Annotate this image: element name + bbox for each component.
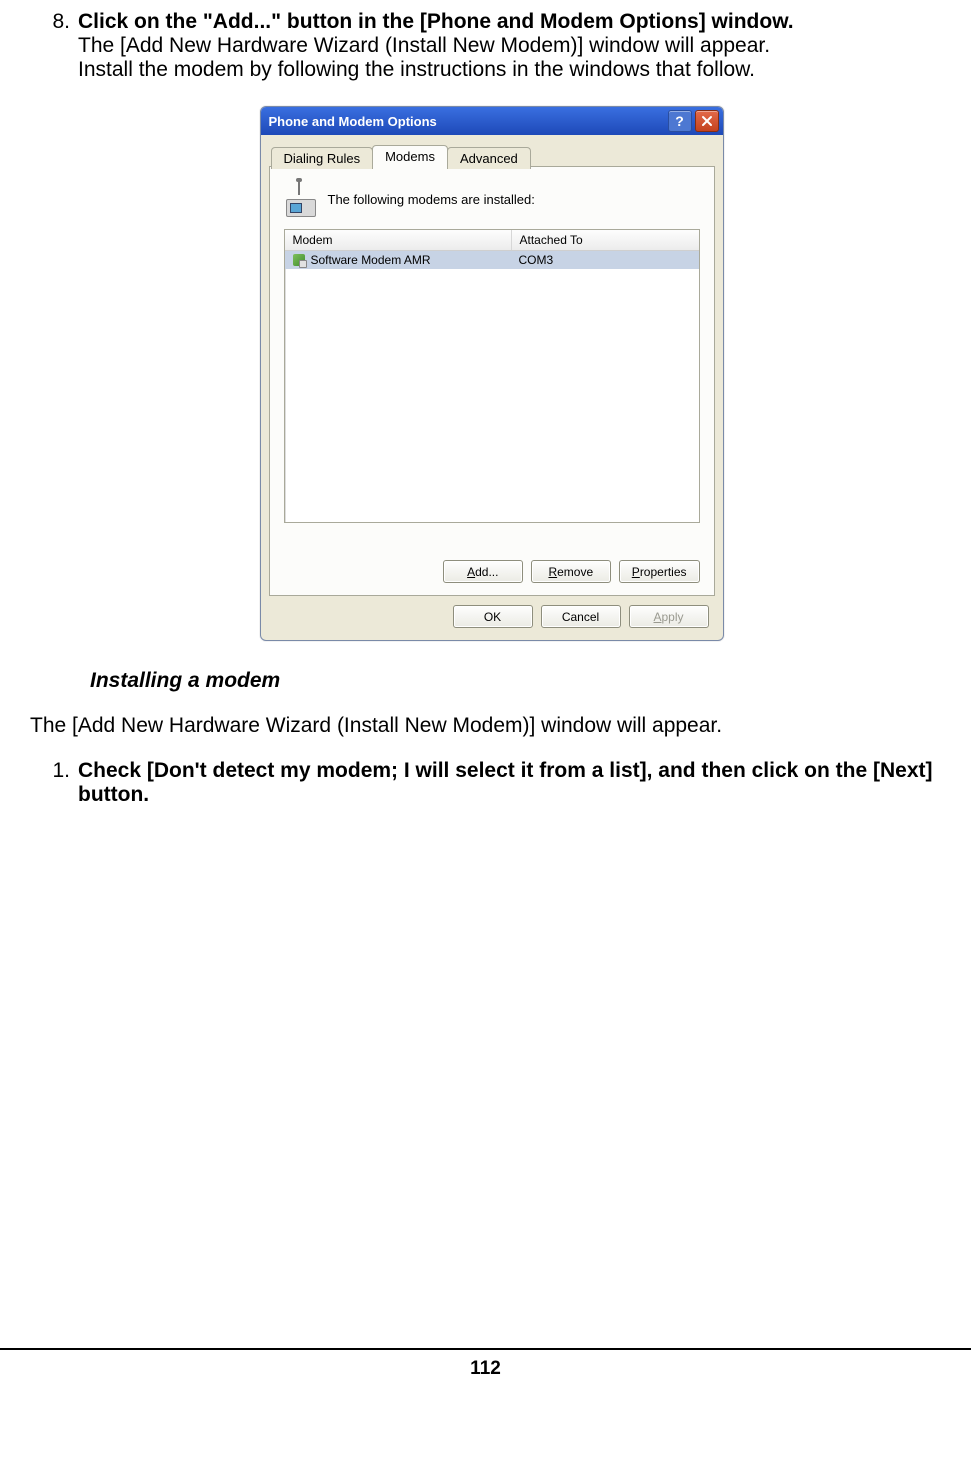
help-button[interactable]: ? <box>668 110 692 132</box>
column-attached[interactable]: Attached To <box>512 230 699 250</box>
row-modem-cell: Software Modem AMR <box>285 251 511 269</box>
help-icon: ? <box>675 113 684 129</box>
phone-modem-dialog: Phone and Modem Options ? Dialing Rules … <box>260 106 724 641</box>
tab-panel-modems: The following modems are installed: Mode… <box>269 166 715 596</box>
ok-button[interactable]: OK <box>453 605 533 628</box>
tab-dialing-rules[interactable]: Dialing Rules <box>271 147 374 169</box>
step-head: Click on the "Add..." button in the [Pho… <box>78 10 794 33</box>
modem-list[interactable]: Modem Attached To Software Modem AMR COM… <box>284 229 700 523</box>
step-line: The [Add New Hardware Wizard (Install Ne… <box>78 34 770 57</box>
step-number: 1. <box>30 759 78 807</box>
close-button[interactable] <box>695 110 719 132</box>
step-line: Install the modem by following the instr… <box>78 58 755 81</box>
subheading: Installing a modem <box>30 669 953 693</box>
list-header: Modem Attached To <box>285 230 699 251</box>
add-button[interactable]: Add... <box>443 560 523 583</box>
step-body: Click on the "Add..." button in the [Pho… <box>78 10 953 82</box>
apply-button[interactable]: Apply <box>629 605 709 628</box>
close-icon <box>701 115 713 127</box>
row-port-cell: COM3 <box>511 251 699 269</box>
dialog-titlebar: Phone and Modem Options ? <box>261 107 723 135</box>
modem-icon <box>284 181 318 217</box>
row-modem-name: Software Modem AMR <box>311 253 431 267</box>
tab-row: Dialing Rules Modems Advanced <box>271 145 717 167</box>
step-body: Check [Don't detect my modem; I will sel… <box>78 759 953 807</box>
column-modem[interactable]: Modem <box>285 230 512 250</box>
dialog-title: Phone and Modem Options <box>269 114 437 129</box>
footer-rule <box>0 1348 971 1350</box>
list-row-selected[interactable]: Software Modem AMR COM3 <box>285 251 699 269</box>
info-text: The following modems are installed: <box>328 192 535 207</box>
properties-button[interactable]: Properties <box>619 560 700 583</box>
remove-button[interactable]: Remove <box>531 560 611 583</box>
tab-modems[interactable]: Modems <box>372 145 448 167</box>
modem-row-icon <box>293 254 305 266</box>
step-number: 8. <box>30 10 78 82</box>
intro-paragraph: The [Add New Hardware Wizard (Install Ne… <box>30 714 953 738</box>
page-number: 112 <box>0 1358 971 1380</box>
cancel-button[interactable]: Cancel <box>541 605 621 628</box>
tab-advanced[interactable]: Advanced <box>447 147 531 169</box>
